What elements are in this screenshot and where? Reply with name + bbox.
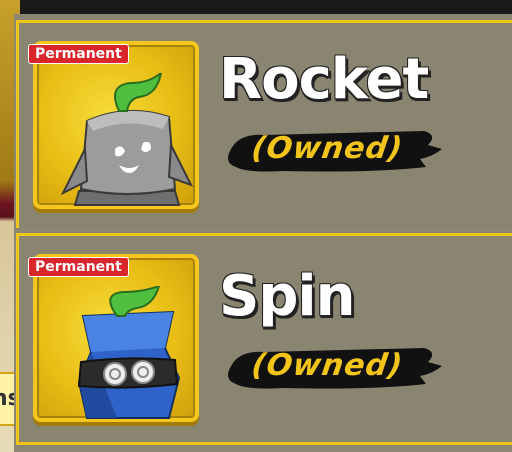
owned-status: (Owned) xyxy=(224,123,444,179)
top-bar xyxy=(20,0,512,14)
permanent-badge: Permanent xyxy=(28,44,129,64)
rocket-fruit-icon xyxy=(60,73,194,206)
owned-label: (Owned) xyxy=(249,131,406,166)
owned-status: (Owned) xyxy=(224,340,444,396)
fruit-card-rocket[interactable]: Permanent Rocket (Owned) xyxy=(16,20,512,228)
permanent-badge: Permanent xyxy=(28,257,129,277)
fruit-icon-frame xyxy=(33,41,199,209)
spin-fruit-icon xyxy=(77,286,181,419)
fruit-name: Spin xyxy=(219,264,355,329)
fruit-card-spin[interactable]: Permanent Spin (Owned) xyxy=(16,233,512,445)
owned-label: (Owned) xyxy=(249,348,406,383)
fruit-icon-frame xyxy=(33,254,199,422)
fruit-name: Rocket xyxy=(219,47,429,112)
